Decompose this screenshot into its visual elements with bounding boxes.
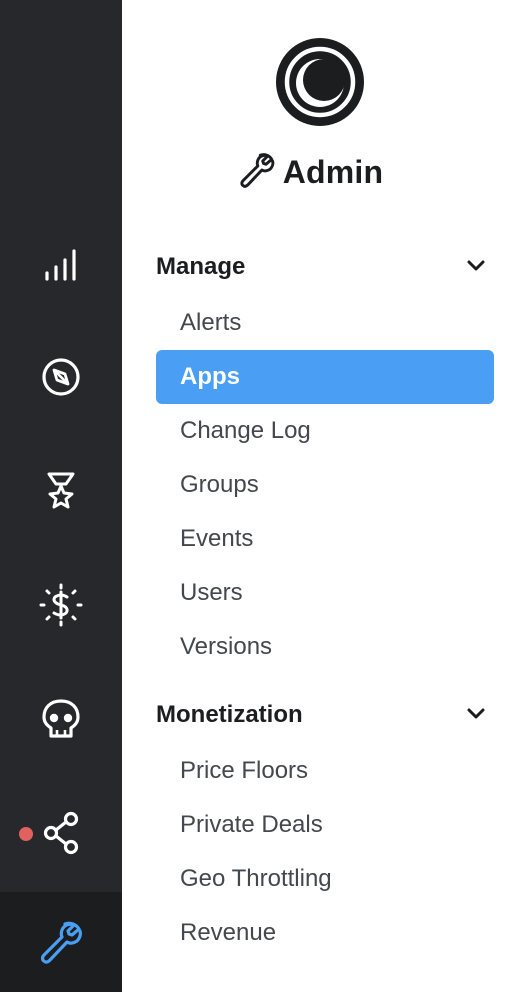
section-manage-header[interactable]: Manage bbox=[156, 247, 486, 287]
nav-item-events[interactable]: Events bbox=[156, 512, 494, 566]
rail-monetization-button[interactable] bbox=[0, 562, 122, 648]
section-label: Monetization bbox=[156, 701, 303, 728]
skull-icon bbox=[40, 697, 82, 741]
nav-item-revenue[interactable]: Revenue bbox=[156, 906, 494, 960]
wrench-icon bbox=[239, 152, 275, 193]
brand-logo-icon[interactable] bbox=[275, 37, 365, 127]
compass-icon bbox=[40, 356, 82, 398]
nav-item-change-log[interactable]: Change Log bbox=[156, 404, 494, 458]
nav-item-private-deals[interactable]: Private Deals bbox=[156, 798, 494, 852]
rail-achievements-button[interactable] bbox=[0, 448, 122, 534]
nav-item-groups[interactable]: Groups bbox=[156, 458, 494, 512]
rail-admin-button[interactable] bbox=[0, 892, 122, 992]
nav-item-users[interactable]: Users bbox=[156, 566, 494, 620]
rail-analytics-button[interactable] bbox=[0, 222, 122, 308]
page-title: Admin bbox=[122, 152, 522, 193]
wrench-icon bbox=[39, 920, 83, 964]
nav-item-geo-throttling[interactable]: Geo Throttling bbox=[156, 852, 494, 906]
nav-item-alerts[interactable]: Alerts bbox=[156, 296, 494, 350]
analytics-bars-icon bbox=[41, 245, 81, 285]
section-monetization-header[interactable]: Monetization bbox=[156, 695, 486, 735]
section-label: Manage bbox=[156, 253, 246, 280]
dollar-sun-icon bbox=[39, 583, 83, 627]
chevron-down-icon bbox=[466, 258, 486, 277]
nav-item-versions[interactable]: Versions bbox=[156, 620, 494, 674]
rail-integrations-button[interactable] bbox=[0, 790, 122, 876]
rail-crashes-button[interactable] bbox=[0, 676, 122, 762]
nav-item-price-floors[interactable]: Price Floors bbox=[156, 744, 494, 798]
rail-explore-button[interactable] bbox=[0, 334, 122, 420]
admin-sidebar: Admin Manage Alerts Apps Change Log Grou… bbox=[122, 0, 522, 992]
nav-item-apps[interactable]: Apps bbox=[156, 350, 494, 404]
chevron-down-icon bbox=[466, 706, 486, 725]
trophy-star-icon bbox=[41, 470, 81, 512]
icon-rail bbox=[0, 0, 122, 992]
app-root: Admin Manage Alerts Apps Change Log Grou… bbox=[0, 0, 522, 992]
page-title-text: Admin bbox=[282, 154, 384, 190]
share-network-icon bbox=[41, 811, 81, 855]
